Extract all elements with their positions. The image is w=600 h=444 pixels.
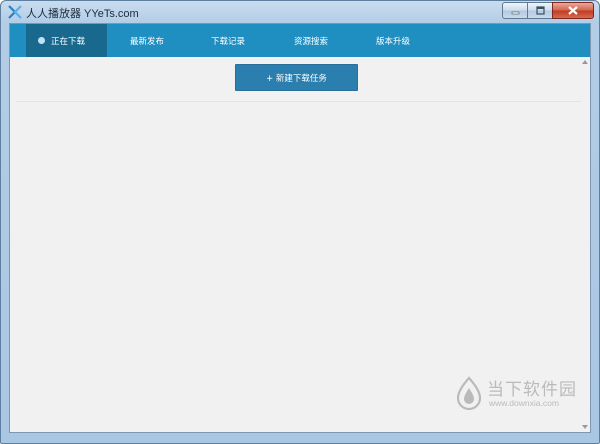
watermark-logo-icon (456, 376, 482, 410)
app-window: 人人播放器 YYeTs.com 正在下载 最新发布 下载记录 资源搜索 版本升级… (0, 0, 600, 444)
separator-line (16, 101, 581, 102)
scroll-up-icon[interactable] (582, 60, 588, 64)
vertical-scrollbar[interactable] (580, 57, 590, 432)
nav-bar: 正在下载 最新发布 下载记录 资源搜索 版本升级 (10, 24, 590, 57)
tab-label: 正在下载 (51, 36, 86, 47)
tab-version-upgrade[interactable]: 版本升级 (357, 24, 439, 57)
scroll-down-icon[interactable] (582, 425, 588, 429)
tab-latest-releases[interactable]: 最新发布 (111, 24, 193, 57)
window-controls (502, 2, 594, 20)
watermark-url: www.downxia.com (489, 398, 559, 408)
tab-label: 最新发布 (130, 36, 165, 47)
new-download-task-button[interactable]: + 新建下载任务 (235, 64, 358, 91)
watermark-name: 当下软件园 (487, 380, 577, 400)
tab-label: 版本升级 (376, 36, 411, 47)
client-area: 正在下载 最新发布 下载记录 资源搜索 版本升级 + 新建下载任务 当下软件园 … (9, 23, 591, 433)
title-bar[interactable]: 人人播放器 YYeTs.com (1, 1, 599, 23)
restore-icon (535, 6, 545, 15)
restore-button[interactable] (527, 2, 552, 19)
app-logo-icon (8, 5, 22, 19)
tab-download-history[interactable]: 下载记录 (193, 24, 275, 57)
minimize-button[interactable] (502, 2, 527, 19)
tab-label: 下载记录 (211, 36, 246, 47)
tab-downloading[interactable]: 正在下载 (26, 24, 107, 57)
tab-resource-search[interactable]: 资源搜索 (275, 24, 357, 57)
tab-label: 资源搜索 (294, 36, 329, 47)
close-button[interactable] (552, 2, 594, 19)
minimize-icon (511, 11, 519, 15)
active-dot-icon (38, 37, 45, 44)
watermark: 当下软件园 www.downxia.com (454, 374, 578, 414)
close-icon (568, 6, 578, 15)
window-title: 人人播放器 YYeTs.com (26, 8, 139, 20)
